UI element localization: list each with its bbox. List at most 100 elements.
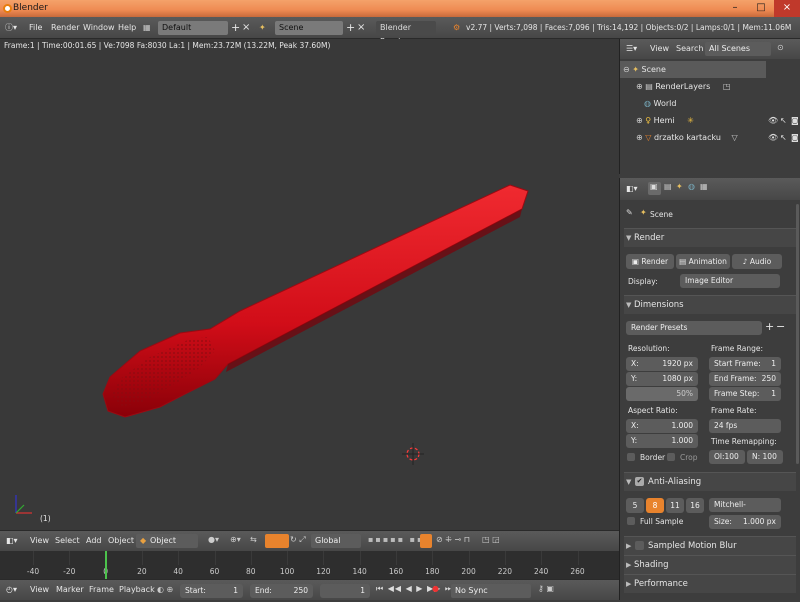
- screen-layout-icon[interactable]: ▦: [143, 17, 151, 39]
- menu-file[interactable]: File: [29, 17, 42, 39]
- visibility-eye-icon[interactable]: 👁: [768, 112, 778, 129]
- lock-layer-toggle[interactable]: [420, 534, 432, 548]
- outliner-row-world[interactable]: ◍ World: [620, 95, 800, 112]
- start-frame-field[interactable]: Start: 1: [180, 584, 243, 598]
- motion-blur-checkbox[interactable]: [635, 541, 644, 550]
- end-frame-prop[interactable]: End Frame: 250: [709, 372, 781, 386]
- properties-scrollbar[interactable]: [796, 204, 799, 464]
- scene-tab-icon[interactable]: ✦: [676, 182, 683, 191]
- frame-step-prop[interactable]: Frame Step: 1: [709, 387, 781, 401]
- aa-size-field[interactable]: Size: 1.000 px: [709, 515, 781, 529]
- remap-old-field[interactable]: Ol:100: [709, 450, 745, 464]
- outliner-row-renderlayers[interactable]: ⊕ ▤ RenderLayers ◳: [620, 78, 800, 95]
- aspect-y-field[interactable]: Y: 1.000: [626, 434, 698, 448]
- world-tab-icon[interactable]: ◍: [688, 182, 695, 191]
- close-button[interactable]: ×: [774, 0, 800, 17]
- remove-preset-button[interactable]: −: [776, 320, 785, 333]
- select-arrow-icon[interactable]: ↖: [780, 129, 787, 146]
- expand-icon[interactable]: ⊕: [636, 133, 643, 142]
- add-scene-button[interactable]: +: [346, 17, 355, 39]
- resolution-x-field[interactable]: X: 1920 px: [626, 357, 698, 371]
- aa-samples-5[interactable]: 5: [626, 498, 644, 513]
- frame-rate-select[interactable]: 24 fps: [709, 419, 781, 433]
- outliner-row-hemi[interactable]: ⊕ ♀ Hemi ✳ 👁 ↖ ◙: [620, 112, 800, 129]
- performance-panel-header[interactable]: ▶ Performance: [624, 574, 796, 593]
- border-checkbox[interactable]: [627, 453, 635, 461]
- audio-button[interactable]: ♪ Audio: [732, 254, 782, 269]
- orientation-select[interactable]: Global: [311, 534, 361, 548]
- preview-range-icon[interactable]: ◐ ⊕: [157, 585, 173, 594]
- render-panel-header[interactable]: ▼ Render: [624, 228, 796, 247]
- object-tab-icon[interactable]: ▦: [700, 182, 708, 191]
- sync-select[interactable]: No Sync: [451, 584, 531, 598]
- remove-layout-button[interactable]: ×: [242, 17, 250, 39]
- menu-object[interactable]: Object: [108, 531, 134, 553]
- editor-type-icon[interactable]: ◧▾: [6, 531, 18, 553]
- pin-icon[interactable]: ✎: [626, 208, 633, 217]
- aa-filter-select[interactable]: Mitchell-Netravali: [709, 498, 781, 523]
- resolution-percent-field[interactable]: 50%: [626, 387, 698, 401]
- outliner-menu-view[interactable]: View: [650, 39, 669, 61]
- record-button[interactable]: ●: [432, 584, 439, 593]
- end-frame-field[interactable]: End: 250: [250, 584, 313, 598]
- add-preset-button[interactable]: +: [765, 320, 774, 333]
- menu-select[interactable]: Select: [55, 531, 80, 553]
- shading-panel-header[interactable]: ▶ Shading: [624, 555, 796, 574]
- scene-icon[interactable]: ✦: [259, 17, 266, 39]
- rotate-icon[interactable]: ↻ ⤢: [290, 535, 306, 545]
- playback-controls[interactable]: ⏮ ◀◀ ◀ ▶ ▶▶ ⏭: [376, 584, 453, 594]
- outliner-search-icon[interactable]: ⊙: [777, 43, 784, 52]
- translate-toggle[interactable]: [265, 534, 289, 548]
- tl-menu-frame[interactable]: Frame: [89, 580, 114, 602]
- 3d-viewport[interactable]: Frame:1 | Time:00:01.65 | Ve:7098 Fa:803…: [0, 39, 619, 530]
- menu-window[interactable]: Window: [83, 17, 115, 39]
- tl-menu-view[interactable]: View: [30, 580, 49, 602]
- visibility-eye-icon[interactable]: 👁: [768, 129, 778, 146]
- expand-icon[interactable]: ⊕: [636, 116, 643, 125]
- add-layout-button[interactable]: +: [231, 17, 240, 39]
- outliner-editor-icon[interactable]: ☰▾: [626, 39, 637, 61]
- scene-field[interactable]: Scene: [275, 21, 343, 35]
- current-frame-marker[interactable]: [105, 551, 107, 579]
- render-camera-icon[interactable]: ◙: [791, 129, 799, 146]
- minimize-button[interactable]: –: [722, 0, 748, 17]
- remove-scene-button[interactable]: ×: [357, 17, 365, 39]
- dimensions-panel-header[interactable]: ▼ Dimensions: [624, 295, 796, 314]
- render-presets-select[interactable]: Render Presets: [626, 321, 762, 335]
- timeline[interactable]: -40-200204060801001201401601802002202402…: [0, 551, 619, 579]
- expand-icon[interactable]: ⊖: [623, 65, 630, 74]
- menu-add[interactable]: Add: [86, 531, 102, 553]
- display-select[interactable]: Image Editor: [680, 274, 780, 288]
- outliner-row-scene[interactable]: ⊖ ✦ Scene: [620, 61, 766, 78]
- remap-new-field[interactable]: N: 100: [747, 450, 783, 464]
- layout-field[interactable]: Default: [158, 21, 228, 35]
- aa-samples-11[interactable]: 11: [666, 498, 684, 513]
- motion-blur-panel-header[interactable]: ▶ Sampled Motion Blur: [624, 536, 796, 555]
- tl-menu-playback[interactable]: Playback: [119, 580, 155, 602]
- manipulator-icon[interactable]: ⇆: [250, 535, 257, 544]
- current-frame-field[interactable]: 1: [320, 584, 370, 598]
- outliner-row-mesh[interactable]: ⊕ ▽ drzatko kartacku ▽ 👁 ↖ ◙: [620, 129, 800, 146]
- full-sample-checkbox[interactable]: [627, 517, 635, 525]
- timeline-editor-icon[interactable]: ◴▾: [6, 580, 17, 602]
- animation-button[interactable]: ▤ Animation: [676, 254, 730, 269]
- render-icons[interactable]: ◳ ◲: [482, 535, 500, 544]
- anti-aliasing-panel-header[interactable]: ▼ ✔ Anti-Aliasing: [624, 472, 796, 491]
- render-button[interactable]: ▣ Render: [626, 254, 674, 269]
- properties-editor-icon[interactable]: ◧▾: [626, 178, 638, 200]
- pivot-icon[interactable]: ⊕▾: [230, 535, 241, 544]
- start-frame-prop[interactable]: Start Frame: 1: [709, 357, 781, 371]
- snap-icons[interactable]: ⊘ ⁜ ⊸ ⊓: [436, 535, 470, 544]
- 3d-cursor-icon[interactable]: [402, 443, 424, 465]
- info-editor-icon[interactable]: ⓘ▾: [5, 17, 17, 39]
- menu-help[interactable]: Help: [118, 17, 136, 39]
- layers-tab-icon[interactable]: ▤: [664, 182, 672, 191]
- outliner-filter-select[interactable]: All Scenes: [705, 42, 771, 56]
- maximize-button[interactable]: □: [748, 0, 774, 17]
- select-arrow-icon[interactable]: ↖: [780, 112, 787, 129]
- resolution-y-field[interactable]: Y: 1080 px: [626, 372, 698, 386]
- crop-checkbox[interactable]: [667, 453, 675, 461]
- aa-samples-16[interactable]: 16: [686, 498, 704, 513]
- tl-menu-marker[interactable]: Marker: [56, 580, 84, 602]
- aa-checkbox[interactable]: ✔: [635, 477, 644, 486]
